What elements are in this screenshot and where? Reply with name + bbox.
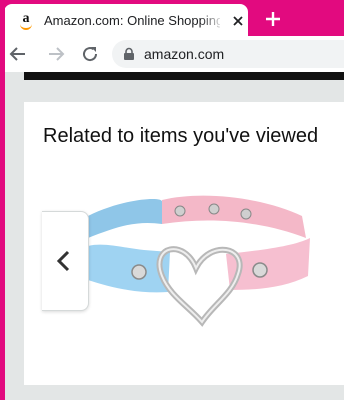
back-arrow-icon[interactable] <box>6 42 30 66</box>
browser-tab[interactable]: a Amazon.com: Online Shopping fo <box>4 4 248 36</box>
address-bar[interactable]: amazon.com <box>112 40 344 68</box>
forward-arrow-icon[interactable] <box>44 42 68 66</box>
chevron-left-icon <box>56 250 70 272</box>
amazon-favicon-icon: a <box>18 12 34 30</box>
tab-title: Amazon.com: Online Shopping fo <box>44 13 220 28</box>
new-tab-button[interactable] <box>262 8 284 30</box>
product-image[interactable] <box>44 176 344 366</box>
url-text: amazon.com <box>144 46 225 62</box>
section-title: Related to items you've viewed <box>43 125 319 147</box>
reload-icon[interactable] <box>78 42 102 66</box>
lock-icon <box>122 47 136 61</box>
carousel-prev-button[interactable] <box>42 211 89 311</box>
browser-tabstrip: a Amazon.com: Online Shopping fo <box>0 0 344 36</box>
close-icon[interactable] <box>230 13 246 29</box>
header-bar <box>24 72 344 80</box>
window-edge <box>0 0 5 400</box>
browser-toolbar: amazon.com <box>0 36 344 72</box>
